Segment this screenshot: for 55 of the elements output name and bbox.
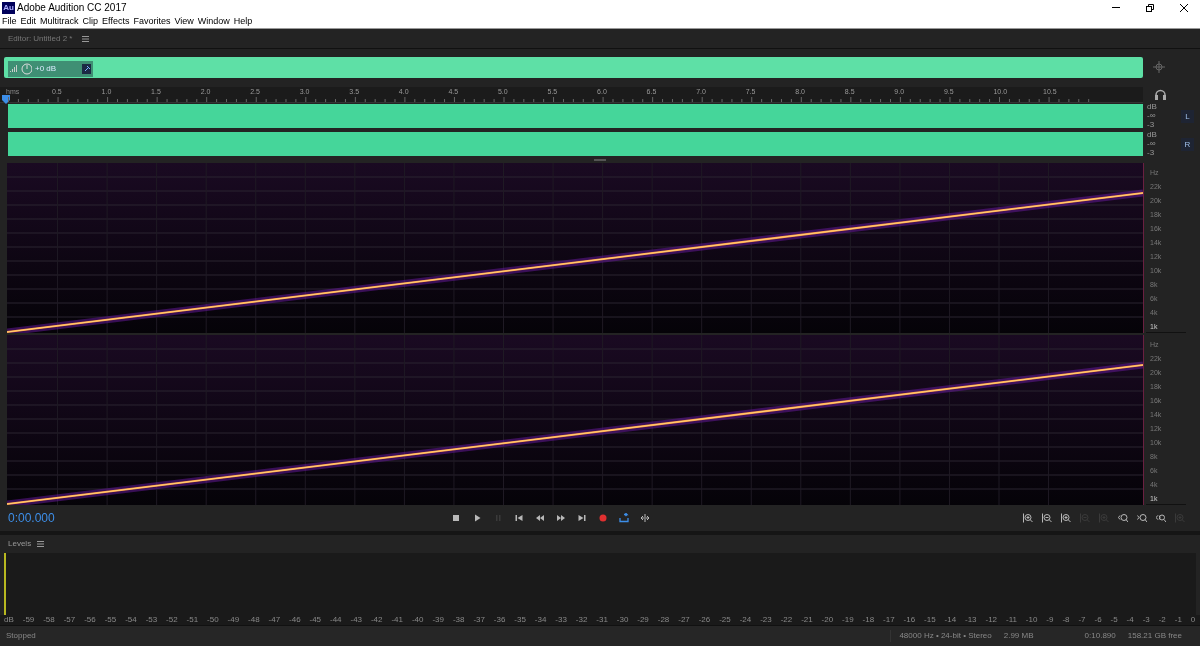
channel-toggle[interactable]: R: [1181, 137, 1194, 151]
overview-waveform[interactable]: +0 dB: [4, 56, 1143, 78]
meter-scale: dB -59 -58 -57 -56 -55 -54 -53 -52 -51 -50 -49 -48 -47 -46 -45 -44 -43 -42 -41 -40 -39 -38 -37 -36 -35 -34 -33 -32 -31 -30 -29 -28 -27 -26 -25 -24 -23 -22 -21 -20 -19 -18 -17 -16 -15 -14 -13 -12 -11 -10 -9 -8 -7 -6 -5 -4 -3 -2 -1 0: [0, 615, 1200, 625]
db-label: -3: [1147, 149, 1156, 157]
current-time[interactable]: 0:00.000: [8, 509, 448, 527]
menu-item[interactable]: File: [2, 14, 17, 29]
menu-item[interactable]: Edit: [20, 14, 37, 29]
minimize-icon[interactable]: [1112, 6, 1120, 9]
zoom-icon: [1156, 513, 1166, 523]
pin-icon[interactable]: [81, 63, 91, 74]
playhead-icon[interactable]: [2, 95, 10, 104]
zoom-in-icon: [1061, 513, 1071, 523]
window-title: Adobe Audition CC 2017: [17, 1, 127, 15]
record-icon: [598, 513, 608, 523]
menu-item[interactable]: Effects: [102, 14, 130, 29]
skip-forward-icon: [577, 513, 587, 523]
free-space: 158.21 GB free: [1127, 630, 1182, 642]
db-label: -∞: [1147, 140, 1157, 148]
app-icon: Au: [2, 1, 15, 14]
menu-item[interactable]: Help: [233, 14, 253, 29]
audio-format: 48000 Hz • 24-bit • Stereo: [890, 630, 992, 642]
volume-readout[interactable]: +0 dB: [34, 62, 79, 75]
file-size: 2.99 MB: [1003, 630, 1035, 642]
status-text: Stopped: [6, 630, 36, 642]
menu-icon[interactable]: [37, 541, 45, 547]
menu-item[interactable]: Multitrack: [40, 14, 79, 29]
db-label: dB: [1147, 131, 1158, 139]
play-icon: [472, 513, 482, 523]
panel-tab[interactable]: Editor: Untitled 2 *: [8, 32, 73, 45]
menu-item[interactable]: Clip: [82, 14, 99, 29]
close-icon[interactable]: [1180, 3, 1188, 12]
skip-back-icon: [514, 513, 524, 523]
zoom-icon: [1137, 513, 1147, 523]
rewind-icon: [535, 513, 545, 523]
splitter-handle[interactable]: [594, 159, 606, 161]
crosshair-icon[interactable]: [1153, 61, 1165, 73]
panel-tab[interactable]: Levels: [8, 538, 32, 550]
zoom-icon: [1118, 513, 1128, 523]
zoom-out-icon: [1042, 513, 1052, 523]
db-label: -∞: [1147, 112, 1157, 120]
channel-toggle[interactable]: L: [1181, 109, 1194, 123]
menu-icon[interactable]: [82, 35, 90, 42]
duration: 0:10.890: [1083, 630, 1116, 642]
arrows-icon: [640, 513, 650, 523]
menu-item[interactable]: Window: [197, 14, 230, 29]
fast-forward-icon: [556, 513, 566, 523]
menu-item[interactable]: View: [174, 14, 194, 29]
db-label: dB: [1147, 103, 1158, 111]
signal-icon: [10, 65, 18, 72]
stop-icon: [451, 513, 461, 523]
db-label: -3: [1147, 121, 1156, 129]
restore-icon[interactable]: [1146, 3, 1154, 12]
zoom-in-icon: [1023, 513, 1033, 523]
headphones-icon[interactable]: [1155, 89, 1166, 100]
menu-item[interactable]: Favorites: [133, 14, 171, 29]
